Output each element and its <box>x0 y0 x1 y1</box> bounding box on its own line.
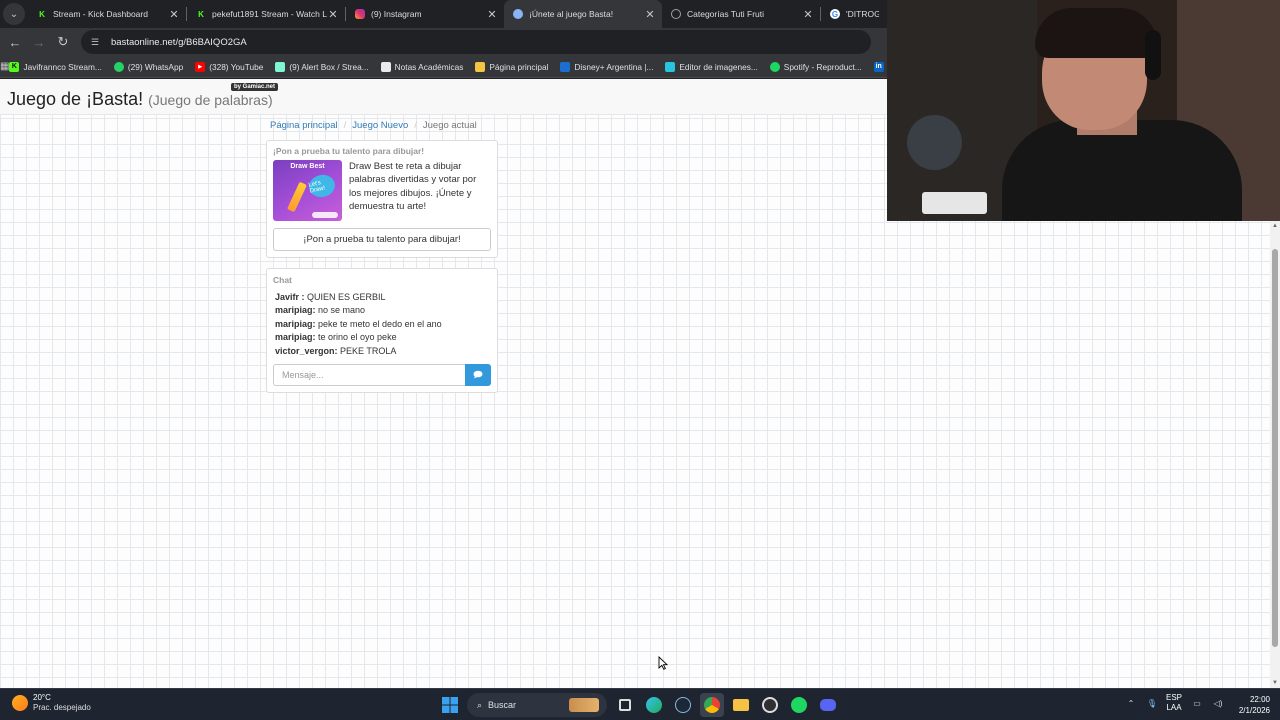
draw-talent-button[interactable]: ¡Pon a prueba tu talento para dibujar! <box>273 228 491 251</box>
scrollbar-thumb[interactable] <box>1272 249 1278 647</box>
breadcrumb-current-game: Juego actual <box>422 120 477 131</box>
breadcrumb: Página principal / Juego Nuevo / Juego actua… <box>270 120 477 131</box>
bookmark-disney[interactable]: Disney+ Argentina |... <box>560 61 653 72</box>
tab-ditrogeno[interactable]: G 'DITROGENO <box>821 0 885 28</box>
bookmark-spotify[interactable]: Spotify - Reproduct... <box>769 61 862 72</box>
promo-panel: ¡Pon a prueba tu talento para dibujar! D… <box>266 140 498 258</box>
microphone-icon[interactable]: 🎙︎ <box>1145 699 1159 708</box>
file-explorer-icon[interactable] <box>729 693 753 717</box>
apps-grid-icon[interactable]: ▦ <box>0 61 9 72</box>
instagram-icon <box>355 9 365 19</box>
language-indicator[interactable]: ESP LAA <box>1166 693 1182 713</box>
youtube-icon: ▶ <box>195 61 206 72</box>
bookmark-editor[interactable]: Editor de imagenes... <box>665 61 758 72</box>
close-tab-icon[interactable]: ✕ <box>168 8 180 21</box>
search-icon: ⌕ <box>477 699 483 710</box>
page-icon <box>380 61 391 72</box>
web-icon <box>671 9 681 19</box>
chat-message: maripiag: peke te meto el dedo en el ano <box>275 318 442 329</box>
promo-description: Draw Best te reta a dibujar palabras div… <box>349 161 477 213</box>
chat-message: victor_vergon: PEKE TROLA <box>275 345 397 356</box>
chat-message: maripiag: no se mano <box>275 305 366 316</box>
bookmark-pagina-principal[interactable]: Página principal <box>475 61 548 72</box>
bookmark-linkedin[interactable]: in <box>873 61 887 72</box>
linkedin-icon: in <box>873 61 884 72</box>
disney-icon <box>560 61 571 72</box>
tab-pekefut-stream[interactable]: K pekefut1891 Stream - Watch Li ✕ <box>187 0 345 28</box>
chat-message-input[interactable]: Mensaje... <box>273 364 465 387</box>
tab-tuti-fruti[interactable]: Categorías Tuti Fruti ✕ <box>662 0 820 28</box>
tab-kick-dashboard[interactable]: K Stream - Kick Dashboard ✕ <box>28 0 186 28</box>
chat-heading: Chat <box>273 275 292 285</box>
send-message-button[interactable] <box>465 364 491 387</box>
obs-icon[interactable] <box>758 693 782 717</box>
site-navbar: Juego de ¡Basta! (Juego de palabras) by … <box>0 79 887 115</box>
windows-start-icon[interactable] <box>438 693 462 717</box>
chat-message: Javifr : QUIEN ES GERBIL <box>275 292 386 302</box>
breadcrumb-home[interactable]: Página principal <box>270 120 338 131</box>
webcam-overlay <box>887 0 1280 221</box>
mouse-cursor-icon <box>658 656 668 670</box>
bookmark-alert-box[interactable]: (9) Alert Box / Strea... <box>275 61 369 72</box>
network-icon[interactable]: ▭ <box>1190 699 1204 708</box>
editor-icon <box>665 61 676 72</box>
reload-button[interactable]: ↻ <box>51 30 75 54</box>
weather-widget[interactable]: 20°C Prac. despejado <box>12 693 91 713</box>
tab-instagram[interactable]: (9) Instagram ✕ <box>346 0 504 28</box>
breadcrumb-new-game[interactable]: Juego Nuevo <box>352 120 408 131</box>
site-info-icon[interactable]: ☰ <box>91 37 103 48</box>
steam-icon[interactable] <box>671 693 695 717</box>
globe-icon <box>513 9 523 19</box>
promo-heading: ¡Pon a prueba tu talento para dibujar! <box>273 146 425 156</box>
tab-basta-game[interactable]: ¡Únete al juego Basta! ✕ <box>504 0 662 28</box>
chevron-up-icon[interactable]: ⌃ <box>1124 699 1138 708</box>
bookmarks-bar: ▦ K Javifrannco Stream... (29) WhatsApp ▶… <box>0 56 887 78</box>
close-tab-icon[interactable]: ✕ <box>327 8 339 21</box>
kick-icon: K <box>9 61 20 72</box>
address-bar[interactable]: ☰ bastaonline.net/g/B6BAIQO2GA <box>81 30 871 54</box>
chat-message: maripiag: te orino el oyo peke <box>275 332 397 343</box>
close-tab-icon[interactable]: ✕ <box>802 8 814 21</box>
close-tab-icon[interactable]: ✕ <box>486 8 498 21</box>
chat-panel: Chat Javifr : QUIEN ES GERBIL maripiag: … <box>266 268 498 393</box>
forward-button[interactable]: → <box>27 30 51 54</box>
whatsapp-icon <box>113 61 124 72</box>
site-brand[interactable]: Juego de ¡Basta! (Juego de palabras) <box>7 89 273 110</box>
spotify-icon[interactable] <box>787 693 811 717</box>
streamlabs-icon <box>275 61 286 72</box>
clock[interactable]: 22:00 2/1/2026 <box>1228 694 1270 716</box>
bookmark-notas-academicas[interactable]: Notas Académicas <box>380 61 463 72</box>
tab-search-button[interactable]: ⌄ <box>3 3 25 25</box>
bookmark-whatsapp[interactable]: (29) WhatsApp <box>113 61 183 72</box>
comment-icon <box>473 370 483 381</box>
kick-icon: K <box>198 9 204 19</box>
browser-toolbar: ← → ↻ ☰ bastaonline.net/g/B6BAIQO2GA <box>0 28 887 56</box>
weather-sun-icon <box>12 695 28 711</box>
system-tray: ⌃ 🎙︎ ESP LAA ▭ ◁) <box>1124 693 1232 713</box>
pencil-icon <box>287 181 307 213</box>
taskbar-search[interactable]: ⌕ Buscar <box>467 693 607 717</box>
chat-messages: Javifr : QUIEN ES GERBIL maripiag: no se… <box>267 289 497 358</box>
spotify-icon <box>769 61 780 72</box>
back-button[interactable]: ← <box>3 30 27 54</box>
windows-taskbar: 20°C Prac. despejado ⌕ Buscar ⌃ 🎙︎ ESP L… <box>0 688 1280 720</box>
chrome-icon[interactable] <box>700 693 724 717</box>
edge-icon[interactable] <box>642 693 666 717</box>
tab-strip: ⌄ K Stream - Kick Dashboard ✕ K pekefut1… <box>0 0 887 28</box>
google-icon: G <box>830 9 840 19</box>
volume-icon[interactable]: ◁) <box>1211 699 1225 708</box>
url-text: bastaonline.net/g/B6BAIQO2GA <box>111 36 247 48</box>
page-scrollbar[interactable]: ▲ ▼ <box>1270 221 1280 688</box>
kick-icon: K <box>39 9 45 19</box>
bookmark-javifrannco[interactable]: K Javifrannco Stream... <box>9 61 102 72</box>
task-view-icon[interactable] <box>613 693 637 717</box>
image-icon <box>475 61 486 72</box>
discord-icon[interactable] <box>816 693 840 717</box>
close-tab-icon[interactable]: ✕ <box>644 8 656 21</box>
draw-best-image[interactable]: Draw Best Let's Draw! <box>273 160 342 221</box>
bookmark-youtube[interactable]: ▶ (328) YouTube <box>195 61 263 72</box>
gamiac-badge[interactable]: by Gamiac.net <box>231 83 279 91</box>
